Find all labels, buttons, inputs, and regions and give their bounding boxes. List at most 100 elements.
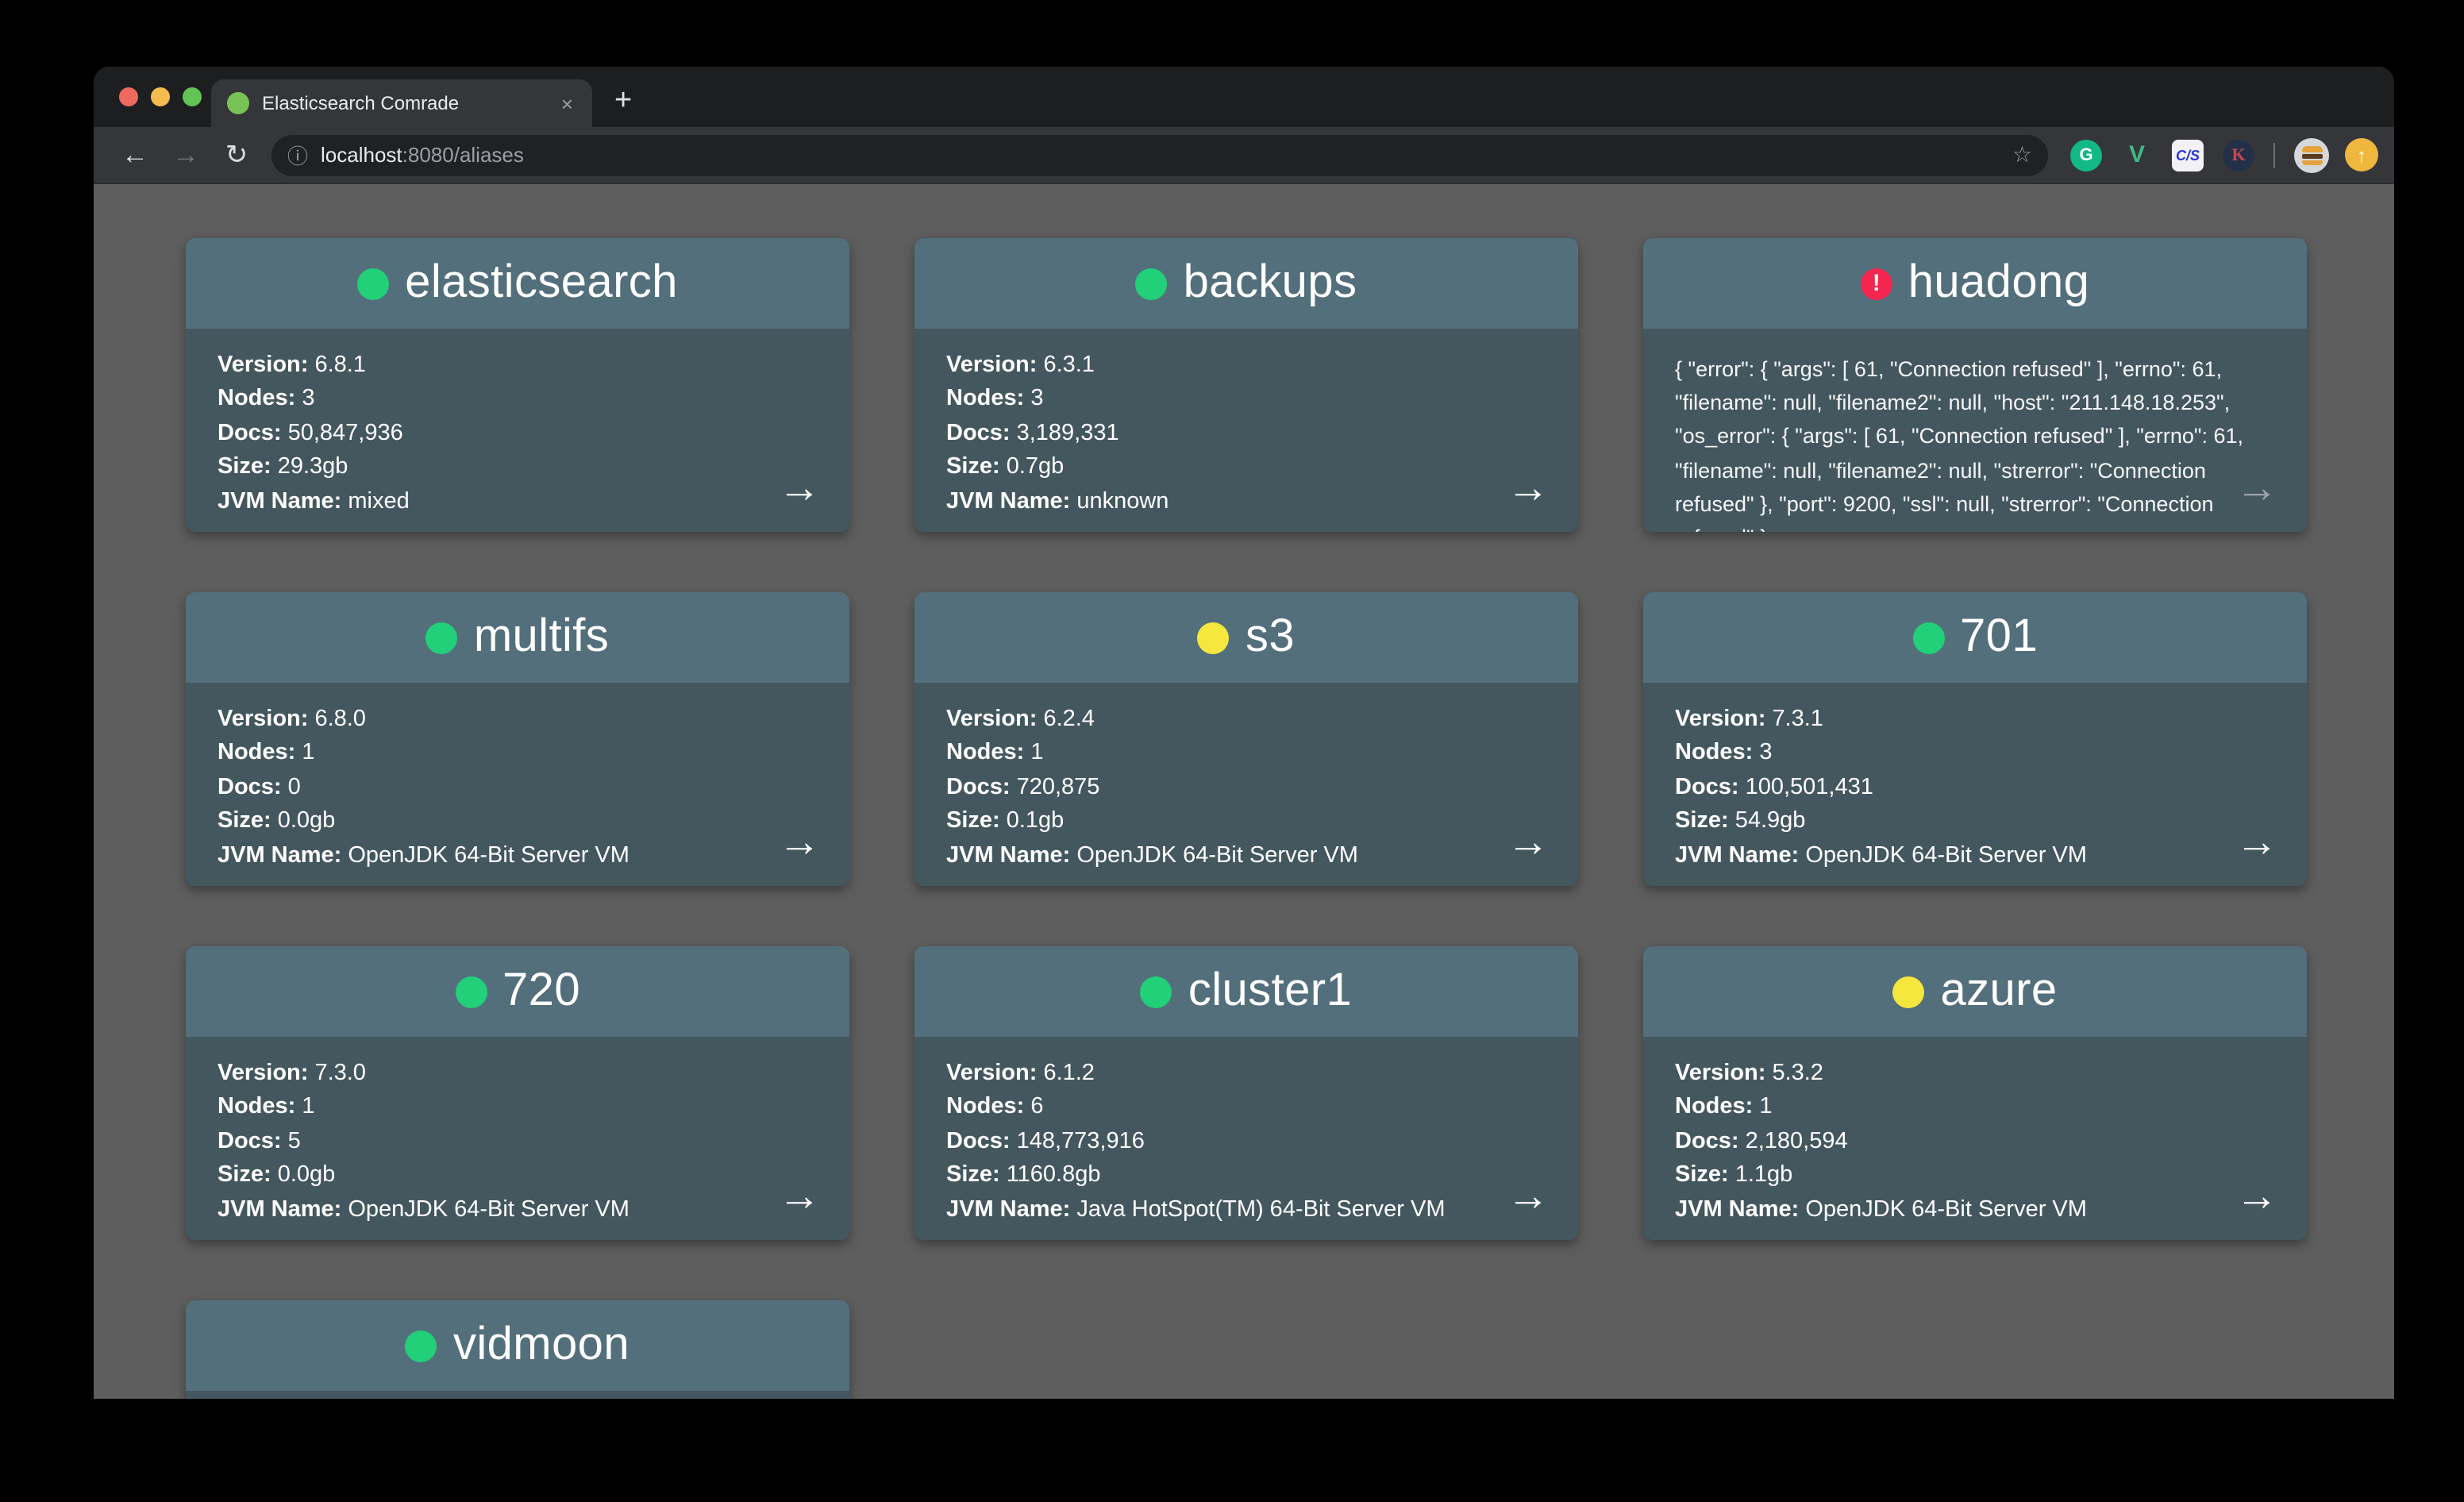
cluster-card-header: s3: [914, 592, 1578, 683]
cluster-card-body: Version:7.3.0 Nodes:1 Docs:5 Size:0.0gb …: [186, 1037, 849, 1227]
extension-vue-devtools-icon[interactable]: V: [2121, 139, 2153, 171]
status-circle-icon: [1861, 268, 1892, 299]
cluster-card-azure[interactable]: azure Version:5.3.2 Nodes:1 Docs:2,180,5…: [1643, 946, 2307, 1240]
browser-window: Elasticsearch Comrade × + ← → ↻ ⓘ localh…: [94, 67, 2394, 1399]
cluster-card-backups[interactable]: backups Version:6.3.1 Nodes:3 Docs:3,189…: [914, 238, 1578, 532]
field-label: JVM Name:: [218, 842, 341, 868]
field-label: Docs:: [946, 1129, 1011, 1154]
field-value: 148,773,916: [1017, 1129, 1145, 1154]
open-cluster-arrow-icon[interactable]: →: [2235, 1175, 2278, 1218]
field-value: 1: [302, 1095, 314, 1120]
open-cluster-arrow-icon[interactable]: →: [1507, 1175, 1550, 1218]
field-value: 720,875: [1017, 775, 1100, 800]
field-label: Nodes:: [946, 1095, 1024, 1120]
cluster-name: 720: [502, 965, 580, 1018]
new-tab-button[interactable]: +: [614, 84, 632, 119]
status-circle-icon: [1892, 976, 1924, 1007]
field-value: OpenJDK 64-Bit Server VM: [1076, 842, 1358, 868]
field-value: 1.1gb: [1735, 1162, 1793, 1188]
field-value: 6.8.1: [314, 352, 366, 378]
status-circle-icon: [455, 976, 487, 1007]
cluster-name: multifs: [474, 611, 609, 664]
back-icon[interactable]: ←: [114, 139, 156, 171]
open-cluster-arrow-icon[interactable]: →: [1507, 821, 1550, 864]
cluster-card-s3[interactable]: s3 Version:6.2.4 Nodes:1 Docs:720,875 Si…: [914, 592, 1578, 886]
cluster-card-701[interactable]: 701 Version:7.3.1 Nodes:3 Docs:100,501,4…: [1643, 592, 2307, 886]
cluster-card-vidmoon[interactable]: vidmoon: [186, 1300, 849, 1399]
field-value: mixed: [348, 488, 409, 514]
field-label: JVM Name:: [218, 1196, 341, 1222]
cluster-card-header: cluster1: [914, 946, 1578, 1037]
status-circle-icon: [1136, 268, 1168, 299]
field-value: 3: [1759, 741, 1772, 766]
profile-avatar[interactable]: [2294, 137, 2329, 172]
open-cluster-arrow-icon[interactable]: →: [1507, 467, 1550, 510]
open-cluster-arrow-icon[interactable]: →: [2235, 821, 2278, 864]
macos-zoom-button[interactable]: [183, 87, 202, 106]
extension-k-icon[interactable]: K: [2223, 139, 2254, 171]
cluster-card-body: Version:6.8.1 Nodes:3 Docs:50,847,936 Si…: [186, 329, 849, 519]
url-path: :8080/aliases: [402, 143, 524, 167]
status-circle-icon: [426, 622, 458, 653]
field-value: 7.3.1: [1772, 707, 1823, 732]
cluster-card-header: 720: [186, 946, 849, 1037]
reload-icon[interactable]: ↻: [216, 139, 257, 171]
field-value: 0.1gb: [1007, 808, 1065, 834]
open-cluster-arrow-icon[interactable]: →: [778, 821, 821, 864]
status-circle-icon: [1141, 976, 1172, 1007]
field-label: Nodes:: [1675, 741, 1753, 766]
open-cluster-arrow-icon[interactable]: →: [2235, 467, 2278, 510]
field-label: Size:: [218, 1162, 271, 1188]
macos-close-button[interactable]: [119, 87, 138, 106]
cluster-name: s3: [1245, 611, 1295, 664]
cluster-card-header: huadong: [1643, 238, 2307, 329]
cluster-card-header: backups: [914, 238, 1578, 329]
cluster-card-body: Version:6.8.0 Nodes:1 Docs:0 Size:0.0gb …: [186, 683, 849, 873]
field-value: 3: [1030, 387, 1043, 412]
field-label: Version:: [1675, 1061, 1765, 1086]
chrome-update-icon[interactable]: ↑: [2345, 138, 2378, 171]
cluster-card-720[interactable]: 720 Version:7.3.0 Nodes:1 Docs:5 Size:0.…: [186, 946, 849, 1240]
address-bar[interactable]: ⓘ localhost:8080/aliases ☆: [271, 134, 2048, 175]
extension-grammarly-icon[interactable]: G: [2070, 139, 2102, 171]
site-info-icon[interactable]: ⓘ: [287, 140, 308, 170]
open-cluster-arrow-icon[interactable]: →: [778, 1175, 821, 1218]
cluster-card-huadong[interactable]: huadong { "error": { "args": [ 61, "Conn…: [1643, 238, 2307, 532]
cluster-card-body: Version:5.3.2 Nodes:1 Docs:2,180,594 Siz…: [1643, 1037, 2307, 1227]
tab-close-icon[interactable]: ×: [558, 90, 576, 117]
field-label: Version:: [218, 352, 308, 378]
browser-tab[interactable]: Elasticsearch Comrade ×: [211, 79, 592, 127]
bookmark-star-icon[interactable]: ☆: [2012, 141, 2032, 168]
field-label: JVM Name:: [946, 488, 1070, 514]
field-label: JVM Name:: [1675, 842, 1799, 868]
field-label: Version:: [946, 352, 1037, 378]
field-value: 3,189,331: [1017, 421, 1119, 446]
cluster-card-header: azure: [1643, 946, 2307, 1037]
field-label: Nodes:: [1675, 1095, 1753, 1120]
cluster-card-cluster1[interactable]: cluster1 Version:6.1.2 Nodes:6 Docs:148,…: [914, 946, 1578, 1240]
clusters-grid: elasticsearch Version:6.8.1 Nodes:3 Docs…: [94, 184, 2394, 1399]
field-value: OpenJDK 64-Bit Server VM: [1805, 842, 2087, 868]
field-label: Nodes:: [218, 387, 295, 412]
cluster-card-elasticsearch[interactable]: elasticsearch Version:6.8.1 Nodes:3 Docs…: [186, 238, 849, 532]
status-circle-icon: [406, 1330, 437, 1361]
toolbar-divider: [2273, 142, 2275, 168]
open-cluster-arrow-icon[interactable]: →: [778, 467, 821, 510]
cluster-name: vidmoon: [453, 1319, 629, 1372]
field-value: 0.0gb: [278, 1162, 336, 1188]
field-label: Version:: [218, 1061, 308, 1086]
cluster-card-body: Version:7.3.1 Nodes:3 Docs:100,501,431 S…: [1643, 683, 2307, 873]
tab-strip: Elasticsearch Comrade × +: [94, 67, 2394, 127]
cluster-card-body: Version:6.3.1 Nodes:3 Docs:3,189,331 Siz…: [914, 329, 1578, 519]
cluster-card-header: 701: [1643, 592, 2307, 683]
field-label: Size:: [1675, 808, 1729, 834]
cluster-card-multifs[interactable]: multifs Version:6.8.0 Nodes:1 Docs:0 Siz…: [186, 592, 849, 886]
status-circle-icon: [1198, 622, 1230, 653]
forward-icon[interactable]: →: [165, 139, 206, 171]
field-label: Size:: [218, 454, 271, 479]
extension-custom-js-icon[interactable]: C/S: [2172, 139, 2204, 171]
field-value: 6.3.1: [1043, 352, 1095, 378]
field-label: Size:: [946, 1162, 1000, 1188]
field-label: Nodes:: [946, 387, 1024, 412]
macos-minimize-button[interactable]: [151, 87, 170, 106]
